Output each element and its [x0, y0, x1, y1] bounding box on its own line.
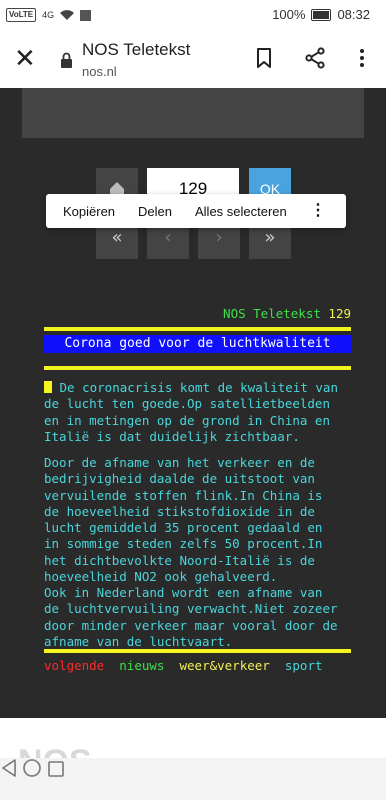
notification-icon — [80, 9, 92, 21]
browser-toolbar: ✕ NOS Teletekst nos.nl — [0, 30, 386, 88]
article-paragraph-1: De coronacrisis komt de kwaliteit van de… — [44, 380, 354, 445]
home-nav-icon[interactable] — [22, 758, 42, 778]
page-below-teletext: NOS — [0, 718, 386, 758]
teletext-page-number: 129 — [328, 306, 351, 321]
bookmark-icon[interactable] — [252, 46, 276, 70]
battery-percent: 100% — [272, 7, 306, 22]
battery-icon — [311, 8, 332, 21]
clock: 08:32 — [337, 7, 370, 22]
system-navigation-bar — [0, 758, 386, 800]
signal-icon: 4G — [42, 10, 55, 20]
yellow-divider-bottom — [44, 649, 351, 653]
article-paragraph-3: Ook in Nederland wordt een afname van de… — [44, 585, 338, 649]
wifi-icon — [60, 9, 75, 20]
yellow-divider-top — [44, 327, 351, 331]
link-volgende[interactable]: volgende — [44, 658, 104, 673]
close-icon[interactable]: ✕ — [14, 44, 36, 72]
teletext-page: 129 OK « ‹ › » NOS Teletekst 129 Corona … — [0, 88, 386, 718]
article-paragraph-1-text: De coronacrisis komt de kwaliteit van de… — [44, 380, 338, 444]
page-title: NOS Teletekst — [82, 40, 191, 59]
more-menu-icon[interactable]: ⋮ — [310, 200, 326, 220]
more-options-icon[interactable] — [350, 46, 374, 70]
text-selection-menu: Kopiëren Delen Alles selecteren ⋮ — [46, 194, 346, 228]
volte-badge: VoLTE — [6, 8, 37, 22]
copy-menu-item[interactable]: Kopiëren — [63, 204, 115, 219]
article-paragraph-2: Door de afname van het verkeer en de bed… — [44, 455, 323, 585]
lock-icon — [61, 52, 72, 68]
ad-banner-placeholder — [22, 88, 364, 138]
share-menu-item[interactable]: Delen — [138, 204, 172, 219]
link-nieuws[interactable]: nieuws — [119, 658, 164, 673]
teletext-service-name: NOS Teletekst — [223, 306, 321, 321]
nos-logo-partial: NOS — [18, 745, 92, 758]
select-all-menu-item[interactable]: Alles selecteren — [195, 204, 287, 219]
back-icon[interactable] — [0, 758, 18, 778]
bullet-marker — [44, 381, 52, 393]
recents-icon[interactable] — [47, 760, 65, 778]
status-bar: VoLTE 4G 100% 08:32 — [0, 0, 386, 30]
yellow-divider-headline — [44, 366, 351, 370]
page-url[interactable]: nos.nl — [82, 64, 117, 79]
article-headline: Corona goed voor de luchtkwaliteit — [44, 335, 351, 353]
teletext-header: NOS Teletekst 129 — [44, 306, 351, 322]
link-weer-verkeer[interactable]: weer&verkeer — [180, 658, 270, 673]
link-sport[interactable]: sport — [285, 658, 323, 673]
fastext-links: volgende nieuws weer&verkeer sport — [44, 658, 354, 674]
share-icon[interactable] — [303, 46, 327, 70]
